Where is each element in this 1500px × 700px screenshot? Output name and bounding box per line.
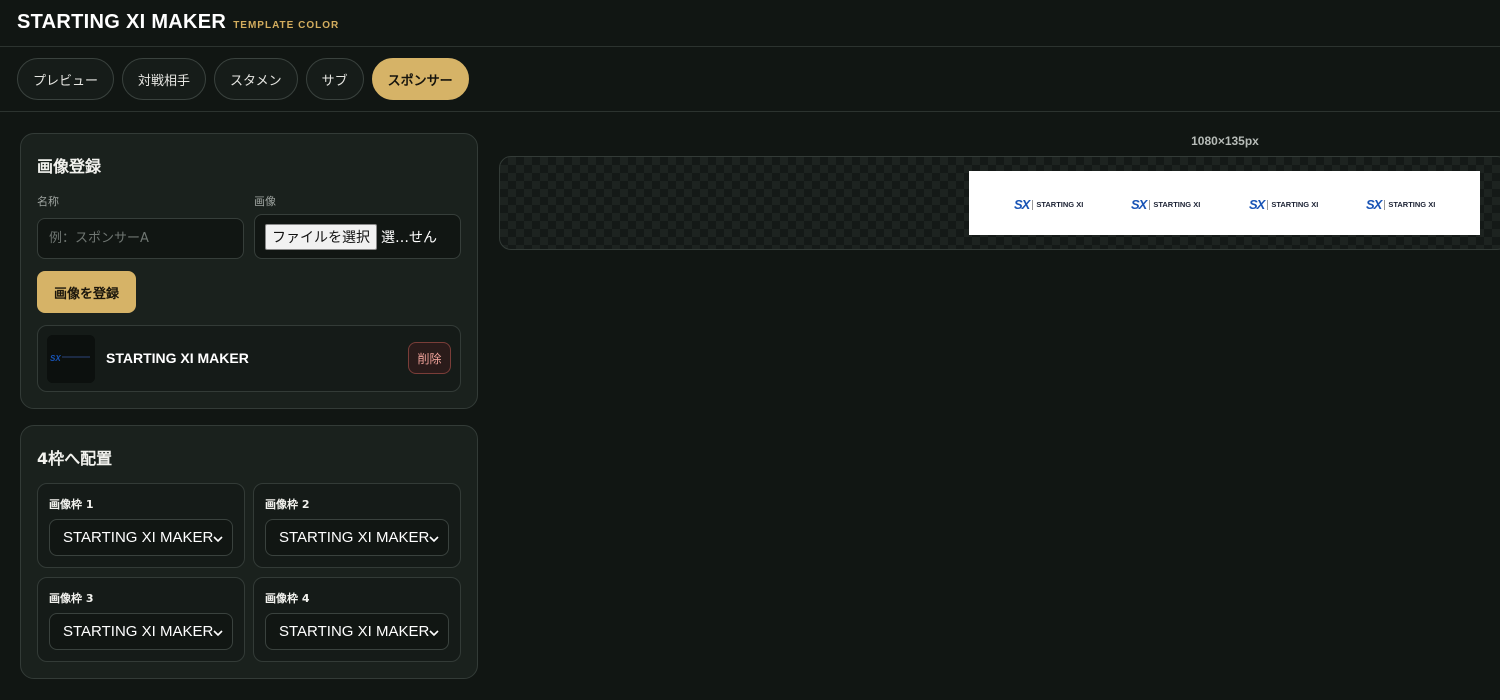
sponsor-thumbnail: SX <box>47 335 95 383</box>
select-value: STARTING XI MAKER <box>63 529 214 546</box>
sponsor-banner: SX STARTING XI SX STARTING XI SX STARTIN… <box>969 171 1480 235</box>
slot-label: 画像枠 1 <box>49 498 94 511</box>
svg-text:SX: SX <box>50 354 61 363</box>
slot-label: 画像枠 4 <box>265 592 310 605</box>
sx-logo-icon: SX <box>1366 197 1382 212</box>
banner-logo-1: SX STARTING XI <box>1014 197 1083 212</box>
app-subtitle: TEMPLATE COLOR <box>233 20 340 31</box>
app-title: STARTING XI MAKER <box>17 11 227 33</box>
logo-wordmark: STARTING XI <box>1388 199 1436 209</box>
panel-title-placement: 4枠へ配置 <box>37 449 113 468</box>
sponsor-name-input[interactable] <box>37 218 244 259</box>
banner-logo-2: SX STARTING XI <box>1131 197 1200 212</box>
image-file-input: ファイルを選択 選…せん <box>254 214 461 259</box>
banner-logo-3: SX STARTING XI <box>1249 197 1318 212</box>
logo-wordmark: STARTING XI <box>1036 199 1084 209</box>
chevron-down-icon <box>213 536 223 543</box>
sx-logo-icon: SX <box>1131 197 1147 212</box>
tab-bar: プレビュー 対戦相手 スタメン サブ スポンサー <box>0 48 1500 112</box>
chevron-down-icon <box>429 630 439 637</box>
select-value: STARTING XI MAKER <box>63 623 214 640</box>
preview-size-label: 1080×135px <box>1191 134 1259 148</box>
app-header: STARTING XI MAKER TEMPLATE COLOR <box>0 0 1500 47</box>
tab-opponent[interactable]: 対戦相手 <box>122 58 207 100</box>
sponsor-item-name: STARTING XI MAKER <box>106 350 249 366</box>
select-value: STARTING XI MAKER <box>279 623 430 640</box>
slot-placement-panel: 4枠へ配置 画像枠 1 STARTING XI MAKER 画像枠 2 STAR… <box>20 425 478 679</box>
chevron-down-icon <box>213 630 223 637</box>
sponsor-banner-preview: SX STARTING XI SX STARTING XI SX STARTIN… <box>499 156 1500 250</box>
slot-label: 画像枠 2 <box>265 498 310 511</box>
image-slot-4: 画像枠 4 STARTING XI MAKER <box>253 577 461 662</box>
sx-logo-icon: SX <box>1014 197 1030 212</box>
choose-file-button[interactable]: ファイルを選択 <box>265 223 377 250</box>
logo-wordmark: STARTING XI <box>1271 199 1319 209</box>
image-field-label: 画像 <box>254 195 276 208</box>
sponsor-list-item: SX STARTING XI MAKER 削除 <box>37 325 461 392</box>
slot-4-select[interactable]: STARTING XI MAKER <box>265 613 449 650</box>
name-field-label: 名称 <box>37 195 59 208</box>
tab-starting-lineup[interactable]: スタメン <box>214 58 298 100</box>
banner-logo-4: SX STARTING XI <box>1366 197 1435 212</box>
register-image-button[interactable]: 画像を登録 <box>37 271 136 313</box>
delete-sponsor-button[interactable]: 削除 <box>408 342 451 374</box>
image-slot-3: 画像枠 3 STARTING XI MAKER <box>37 577 245 662</box>
tab-substitutes[interactable]: サブ <box>305 58 364 100</box>
sx-logo-icon: SX <box>1249 197 1265 212</box>
file-status-text: 選…せん <box>381 229 437 246</box>
image-slot-1: 画像枠 1 STARTING XI MAKER <box>37 483 245 568</box>
logo-wordmark: STARTING XI <box>1153 199 1201 209</box>
slot-3-select[interactable]: STARTING XI MAKER <box>49 613 233 650</box>
panel-title-register: 画像登録 <box>37 157 102 176</box>
slot-2-select[interactable]: STARTING XI MAKER <box>265 519 449 556</box>
tab-preview[interactable]: プレビュー <box>17 58 115 100</box>
chevron-down-icon <box>429 536 439 543</box>
image-slot-2: 画像枠 2 STARTING XI MAKER <box>253 483 461 568</box>
slot-label: 画像枠 3 <box>49 592 94 605</box>
tab-sponsor[interactable]: スポンサー <box>371 58 469 100</box>
image-register-panel: 画像登録 名称 画像 ファイルを選択 選…せん 画像を登録 SX STARTIN… <box>20 133 478 409</box>
select-value: STARTING XI MAKER <box>279 529 430 546</box>
slot-1-select[interactable]: STARTING XI MAKER <box>49 519 233 556</box>
